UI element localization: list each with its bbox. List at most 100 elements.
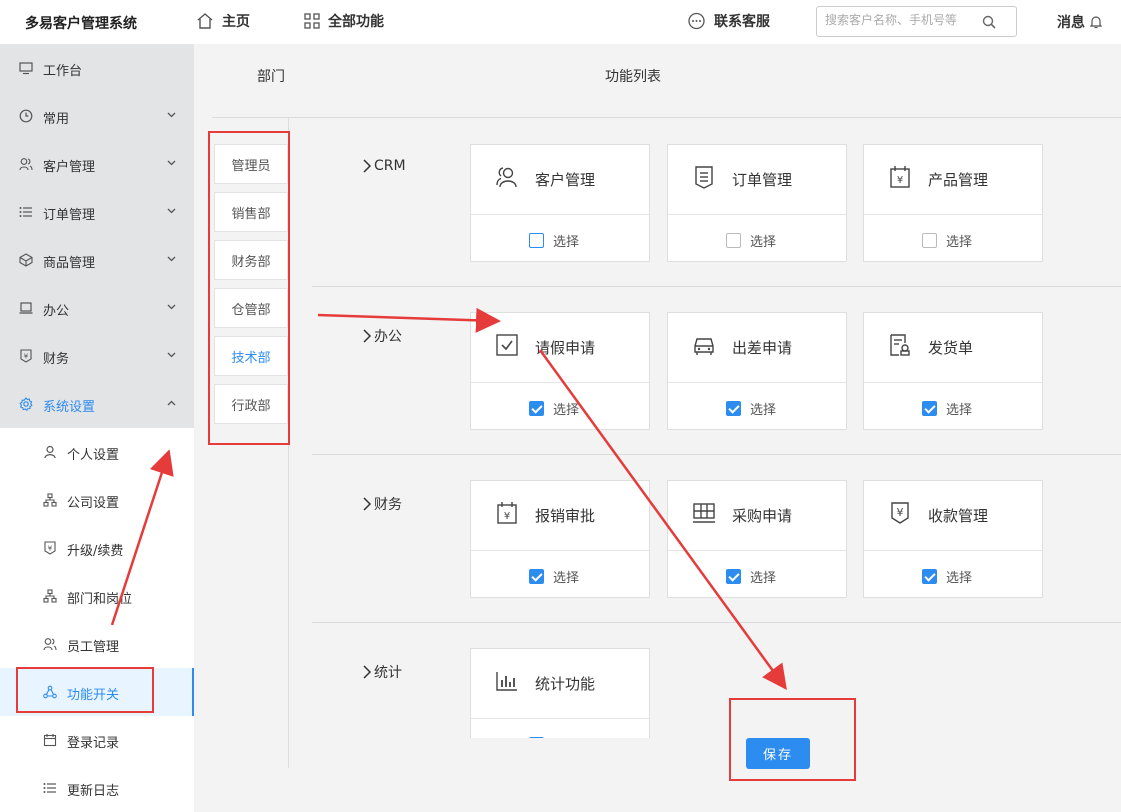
grid-icon: [304, 13, 320, 29]
card-header: 客户管理: [471, 145, 649, 215]
checkbox-checked[interactable]: [529, 737, 544, 738]
receipt-icon: [890, 334, 910, 356]
car-icon: [694, 338, 714, 355]
select-checkbox[interactable]: 选择: [922, 231, 972, 250]
feature-card-statistics: 统计功能 选择: [470, 648, 650, 738]
shield-yen-icon: ¥: [891, 502, 909, 524]
checkbox-checked[interactable]: [922, 401, 937, 416]
search-input[interactable]: [825, 13, 985, 27]
sidebar-item-system-settings[interactable]: 系统设置: [0, 380, 194, 428]
select-checkbox[interactable]: 选择: [529, 735, 579, 738]
sidebar-subitem-label: 登录记录: [67, 736, 120, 751]
select-checkbox[interactable]: 选择: [922, 399, 972, 418]
calendar-icon: [43, 734, 57, 747]
card-title: 发货单: [928, 339, 974, 357]
sidebar-item-orders[interactable]: 订单管理: [0, 188, 194, 236]
card-header: 出差申请: [668, 313, 846, 383]
checkbox-checked[interactable]: [529, 401, 544, 416]
bar-chart-icon: [496, 672, 517, 691]
sidebar-item-finance[interactable]: ¥ 财务: [0, 332, 194, 380]
sidebar-subitem-company-settings[interactable]: 公司设置: [0, 476, 194, 524]
select-checkbox[interactable]: 选择: [726, 231, 776, 250]
card-title: 统计功能: [535, 675, 596, 693]
sidebar-item-workbench[interactable]: 工作台: [0, 44, 194, 92]
search-icon[interactable]: [982, 15, 996, 29]
checkbox-checked[interactable]: [529, 569, 544, 584]
chevron-up-icon: [167, 400, 176, 406]
svg-text:¥: ¥: [897, 506, 904, 519]
select-checkbox[interactable]: 选择: [529, 567, 579, 586]
org-icon: [43, 493, 57, 507]
checkbox-unchecked[interactable]: [726, 233, 741, 248]
sidebar-item-label: 系统设置: [43, 400, 96, 415]
checkbox-unchecked[interactable]: [529, 233, 544, 248]
sidebar-subitem-departments[interactable]: 部门和岗位: [0, 572, 194, 620]
card-title: 收款管理: [928, 507, 989, 525]
select-label: 选择: [946, 571, 973, 586]
sidebar-item-label: 办公: [43, 304, 70, 319]
sidebar-item-label: 常用: [43, 112, 70, 127]
card-title: 出差申请: [732, 339, 793, 357]
select-label: 选择: [750, 403, 777, 418]
category-crm[interactable]: CRM: [362, 158, 406, 174]
card-header: 发货单: [864, 313, 1042, 383]
checkbox-checked[interactable]: [922, 569, 937, 584]
feature-card-purchase-request: 采购申请 选择: [667, 480, 847, 598]
home-icon: [197, 13, 213, 29]
select-checkbox[interactable]: 选择: [922, 567, 972, 586]
yen-icon: ¥: [44, 541, 56, 555]
sidebar-subitem-login-records[interactable]: 登录记录: [0, 716, 194, 764]
section-divider: [312, 622, 1121, 623]
sidebar-item-products[interactable]: 商品管理: [0, 236, 194, 284]
gear-icon: [19, 397, 33, 411]
select-checkbox[interactable]: 选择: [726, 399, 776, 418]
category-label: CRM: [374, 158, 406, 174]
sidebar-item-common[interactable]: 常用: [0, 92, 194, 140]
card-header: ¥ 收款管理: [864, 481, 1042, 551]
checkbox-unchecked[interactable]: [922, 233, 937, 248]
sidebar-item-customers[interactable]: 客户管理: [0, 140, 194, 188]
sidebar-subitem-employees[interactable]: 员工管理: [0, 620, 194, 668]
select-checkbox[interactable]: 选择: [529, 231, 579, 250]
app-title: 多易客户管理系统: [25, 16, 137, 32]
annotation-box-save: [729, 698, 856, 781]
select-label: 选择: [553, 735, 579, 738]
feature-card-reimbursement: ¥ 报销审批 选择: [470, 480, 650, 598]
nav-support[interactable]: 联系客服: [687, 11, 770, 31]
nav-messages[interactable]: 消息: [1057, 12, 1110, 32]
card-header: 采购申请: [668, 481, 846, 551]
nav-all-features[interactable]: 全部功能: [304, 11, 384, 31]
header-divider: [212, 117, 1121, 118]
calendar-yen-icon: ¥: [497, 502, 517, 524]
sidebar-subitem-upgrade[interactable]: ¥ 升级/续费: [0, 524, 194, 572]
laptop-icon: [19, 302, 33, 314]
nav-all-features-label: 全部功能: [328, 14, 384, 30]
select-checkbox[interactable]: 选择: [529, 399, 579, 418]
box-icon: [19, 253, 33, 267]
nav-home[interactable]: 主页: [196, 11, 250, 31]
select-label: 选择: [553, 571, 580, 586]
sidebar-subitem-label: 员工管理: [67, 640, 120, 655]
card-title: 订单管理: [732, 171, 793, 189]
bell-icon: [1090, 16, 1102, 29]
card-title: 产品管理: [928, 171, 989, 189]
sidebar-item-office[interactable]: 办公: [0, 284, 194, 332]
sidebar-subitem-personal-settings[interactable]: 个人设置: [0, 428, 194, 476]
svg-text:¥: ¥: [897, 175, 903, 186]
card-header: 请假申请: [471, 313, 649, 383]
sidebar-subitem-changelog[interactable]: 更新日志: [0, 764, 194, 812]
category-statistics[interactable]: 统计: [362, 662, 402, 682]
nav-messages-label: 消息: [1057, 15, 1085, 31]
category-finance[interactable]: 财务: [362, 494, 402, 514]
select-checkbox[interactable]: 选择: [726, 567, 776, 586]
checkbox-checked[interactable]: [726, 569, 741, 584]
calendar-yen-icon: ¥: [890, 166, 910, 188]
sidebar-subitem-label: 更新日志: [67, 784, 120, 799]
feature-card-order-management: 订单管理 选择: [667, 144, 847, 262]
search-box[interactable]: [816, 6, 1017, 37]
select-label: 选择: [946, 235, 973, 250]
users-icon: [43, 638, 57, 651]
checkbox-checked[interactable]: [726, 401, 741, 416]
category-office[interactable]: 办公: [362, 326, 402, 346]
org-icon: [43, 589, 57, 603]
